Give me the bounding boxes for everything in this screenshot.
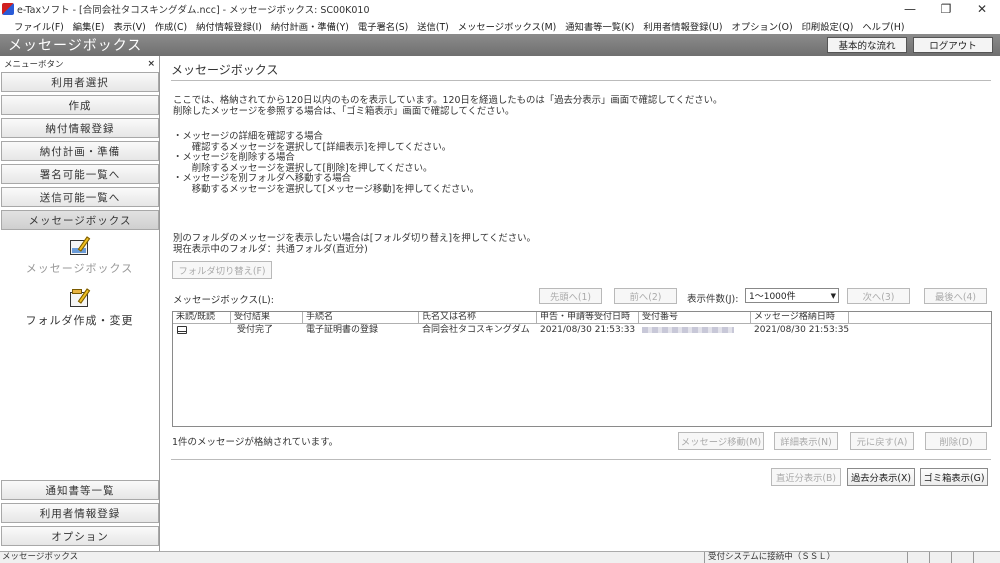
logout-button[interactable]: ログアウト — [913, 37, 993, 53]
move-message-button[interactable]: メッセージ移動(M) — [678, 432, 764, 450]
menu-create[interactable]: 作成(C) — [155, 19, 187, 33]
past-view-button[interactable]: 過去分表示(X) — [847, 468, 915, 486]
recent-view-button[interactable]: 直近分表示(B) — [771, 468, 841, 486]
cell-stored: 2021/08/30 21:53:35 — [754, 325, 849, 335]
first-page-button[interactable]: 先頭へ(1) — [539, 288, 602, 304]
close-icon[interactable]: ✕ — [964, 0, 1000, 17]
window-title: e-Taxソフト - [合同会社タコスキングダム.ncc] - メッセージボック… — [17, 4, 370, 16]
column-header-name[interactable]: 氏名又は名称 — [419, 312, 537, 323]
menu-payment-info[interactable]: 納付情報登録(I) — [196, 19, 262, 33]
folder-switch-button[interactable]: フォルダ切り替え(F) — [172, 261, 272, 279]
message-count: 1件のメッセージが格納されています。 — [172, 437, 339, 448]
menu-notices[interactable]: 通知書等一覧(K) — [565, 19, 634, 33]
status-cell — [973, 552, 995, 563]
menu-edit[interactable]: 編集(E) — [73, 19, 105, 33]
sidebar-item-create[interactable]: 作成 — [1, 95, 159, 115]
folder-edit-icon — [68, 288, 92, 310]
sidebar-item-notices[interactable]: 通知書等一覧 — [1, 480, 159, 500]
menu-print-settings[interactable]: 印刷設定(Q) — [802, 19, 854, 33]
status-bar: メッセージボックス 受付システムに接続中（ＳＳＬ） — [0, 551, 1000, 563]
sidebar-folder-message-box[interactable]: メッセージボックス — [0, 236, 159, 276]
column-header-read[interactable]: 未読/既読 — [173, 312, 231, 323]
message-box-icon — [68, 236, 92, 258]
status-cell — [951, 552, 973, 563]
menu-send[interactable]: 送信(T) — [417, 19, 449, 33]
detail-button[interactable]: 詳細表示(N) — [774, 432, 838, 450]
menu-file[interactable]: ファイル(F) — [14, 19, 64, 33]
column-header-receipt-number[interactable]: 受付番号 — [639, 312, 751, 323]
title-divider — [171, 80, 991, 81]
menu-message-box[interactable]: メッセージボックス(M) — [458, 19, 556, 33]
table-header: 未読/既読 受付結果 手続名 氏名又は名称 申告・申請等受付日時 受付番号 メッ… — [173, 312, 991, 324]
cell-name: 合同会社タコスキングダム — [422, 325, 530, 335]
sidebar-folder-create[interactable]: フォルダ作成・変更 — [0, 288, 159, 328]
cell-procedure: 電子証明書の登録 — [306, 325, 379, 335]
cell-received: 2021/08/30 21:53:33 — [540, 325, 636, 335]
sidebar: メニューボタン × 利用者選択 作成 納付情報登録 納付計画・準備 署名可能一覧… — [0, 56, 160, 551]
message-list-label: メッセージボックス(L): — [173, 295, 274, 306]
cell-result: 受付完了 — [237, 325, 274, 335]
window-controls: — ❐ ✕ — [892, 0, 1000, 17]
sidebar-header: メニューボタン × — [0, 56, 159, 72]
display-count-label: 表示件数(J): — [687, 294, 739, 305]
sidebar-item-signable-list[interactable]: 署名可能一覧へ — [1, 164, 159, 184]
message-table: 未読/既読 受付結果 手続名 氏名又は名称 申告・申請等受付日時 受付番号 メッ… — [172, 311, 992, 427]
sidebar-bottom: 通知書等一覧 利用者情報登録 オプション — [0, 480, 159, 549]
sidebar-close-icon[interactable]: × — [147, 59, 155, 69]
minimize-icon[interactable]: — — [892, 0, 928, 17]
status-cell — [929, 552, 951, 563]
header-bar: メッセージボックス 基本的な流れ ログアウト — [0, 34, 1000, 56]
sidebar-heading: メニューボタン — [4, 60, 64, 70]
restore-button[interactable]: 元に戻す(A) — [850, 432, 914, 450]
chevron-down-icon: ▼ — [830, 292, 836, 300]
sidebar-folder-message-box-label: メッセージボックス — [25, 262, 134, 275]
last-page-button[interactable]: 最後へ(4) — [924, 288, 987, 304]
menu-bar: ファイル(F) 編集(E) 表示(V) 作成(C) 納付情報登録(I) 納付計画… — [0, 17, 1000, 34]
actions-divider — [171, 459, 991, 460]
main-panel: メッセージボックス ここでは、格納されてから120日以内のものを表示しています。… — [168, 56, 992, 551]
description-operations: ・メッセージの詳細を確認する場合 確認するメッセージを選択して[詳細表示]を押し… — [173, 131, 480, 195]
column-header-result[interactable]: 受付結果 — [231, 312, 303, 323]
menu-options[interactable]: オプション(O) — [732, 19, 793, 33]
description-folder: 別のフォルダのメッセージを表示したい場合は[フォルダ切り替え]を押してください。… — [173, 233, 536, 255]
column-header-stored[interactable]: メッセージ格納日時 — [751, 312, 849, 323]
sidebar-item-user-select[interactable]: 利用者選択 — [1, 72, 159, 92]
page-title: メッセージボックス — [171, 63, 279, 77]
menu-view[interactable]: 表示(V) — [114, 19, 146, 33]
column-header-received[interactable]: 申告・申請等受付日時 — [537, 312, 639, 323]
app-icon — [2, 2, 14, 15]
menu-help[interactable]: ヘルプ(H) — [862, 19, 904, 33]
sidebar-item-payment-plan[interactable]: 納付計画・準備 — [1, 141, 159, 161]
header-title: メッセージボックス — [8, 38, 143, 54]
column-header-procedure[interactable]: 手続名 — [303, 312, 419, 323]
prev-page-button[interactable]: 前へ(2) — [614, 288, 677, 304]
display-count-select[interactable]: 1～1000件 ▼ — [745, 288, 839, 303]
table-row[interactable]: 受付完了 電子証明書の登録 合同会社タコスキングダム 2021/08/30 21… — [173, 324, 991, 336]
next-page-button[interactable]: 次へ(3) — [847, 288, 910, 304]
delete-button[interactable]: 削除(D) — [925, 432, 987, 450]
restore-icon[interactable]: ❐ — [928, 0, 964, 17]
basic-flow-button[interactable]: 基本的な流れ — [827, 37, 907, 53]
connection-status: 受付システムに接続中（ＳＳＬ） — [704, 552, 907, 563]
sidebar-item-user-info[interactable]: 利用者情報登録 — [1, 503, 159, 523]
sidebar-item-sendable-list[interactable]: 送信可能一覧へ — [1, 187, 159, 207]
title-bar: e-Taxソフト - [合同会社タコスキングダム.ncc] - メッセージボック… — [0, 0, 1000, 17]
sidebar-folder-create-label: フォルダ作成・変更 — [25, 314, 134, 327]
read-envelope-icon — [177, 326, 187, 334]
sidebar-item-payment-info[interactable]: 納付情報登録 — [1, 118, 159, 138]
display-count-value: 1～1000件 — [749, 292, 796, 302]
trash-view-button[interactable]: ゴミ箱表示(G) — [920, 468, 988, 486]
sidebar-item-options[interactable]: オプション — [1, 526, 159, 546]
status-text: メッセージボックス — [2, 552, 79, 562]
menu-user-info[interactable]: 利用者情報登録(U) — [643, 19, 722, 33]
status-cell — [907, 552, 929, 563]
cell-receipt-number-masked — [642, 327, 734, 333]
sidebar-item-message-box[interactable]: メッセージボックス — [1, 210, 159, 230]
description-retention: ここでは、格納されてから120日以内のものを表示しています。120日を経過したも… — [173, 95, 723, 117]
menu-signature[interactable]: 電子署名(S) — [358, 19, 408, 33]
menu-payment-plan[interactable]: 納付計画・準備(Y) — [271, 19, 349, 33]
